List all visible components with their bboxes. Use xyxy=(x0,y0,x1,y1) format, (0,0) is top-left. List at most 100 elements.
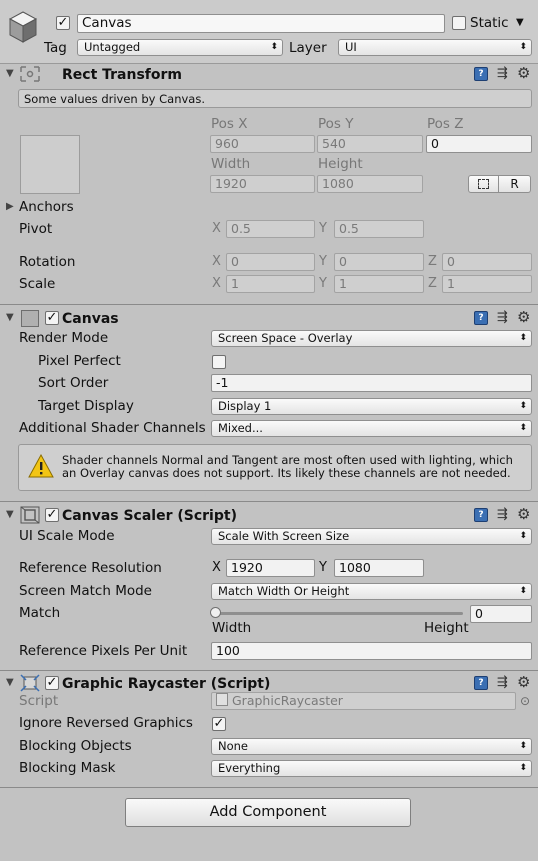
target-display-dropdown[interactable]: Display 1 ⬍ xyxy=(211,398,532,415)
warning-icon xyxy=(28,453,54,478)
height-label: Height xyxy=(318,156,363,172)
anchors-label[interactable]: Anchors xyxy=(19,199,74,215)
canvas-scaler-enabled-toggle[interactable]: ✓ xyxy=(45,508,59,522)
match-label: Match xyxy=(19,605,61,621)
object-name-input[interactable]: Canvas xyxy=(77,14,445,33)
graphic-raycaster-icon xyxy=(20,674,40,692)
foldout-arrow-icon[interactable]: ▼ xyxy=(6,312,14,324)
rot-y-axis: Y xyxy=(319,254,327,269)
divider xyxy=(0,670,538,671)
scale-label: Scale xyxy=(19,276,56,292)
foldout-arrow-icon[interactable]: ▼ xyxy=(6,677,14,689)
rot-x-field: 0 xyxy=(226,253,315,271)
ignore-reversed-checkbox[interactable]: ✓ xyxy=(212,717,226,731)
blocking-mask-dropdown[interactable]: Everything ⬍ xyxy=(211,760,532,777)
shader-channels-value: Mixed... xyxy=(218,421,263,435)
foldout-arrow-icon[interactable]: ▼ xyxy=(6,68,14,80)
pos-z-field[interactable]: 0 xyxy=(426,135,532,153)
layer-dropdown[interactable]: UI ⬍ xyxy=(338,39,532,56)
rot-z-field: 0 xyxy=(442,253,532,271)
ref-res-x-axis: X xyxy=(212,560,221,575)
pos-x-label: Pos X xyxy=(211,116,248,132)
pos-y-label: Pos Y xyxy=(318,116,354,132)
blueprint-mode-button[interactable] xyxy=(468,175,499,193)
preset-sliders-icon[interactable]: ⇶ xyxy=(497,67,508,81)
script-field: GraphicRaycaster xyxy=(211,692,516,710)
gear-icon[interactable]: ⚙ xyxy=(517,675,530,690)
ui-scale-mode-dropdown[interactable]: Scale With Screen Size ⬍ xyxy=(211,528,532,545)
blocking-objects-label: Blocking Objects xyxy=(19,738,132,754)
pixels-per-unit-field[interactable]: 100 xyxy=(211,642,532,660)
pixel-perfect-checkbox[interactable] xyxy=(212,355,226,369)
rotation-label: Rotation xyxy=(19,254,76,270)
gameobject-cube-icon xyxy=(8,10,38,44)
raw-edit-label: R xyxy=(510,177,519,191)
active-toggle[interactable]: ✓ xyxy=(56,16,70,30)
chevron-icon: ⬍ xyxy=(519,763,527,773)
tag-dropdown[interactable]: Untagged ⬍ xyxy=(77,39,283,56)
anchor-preset-box[interactable] xyxy=(20,135,80,194)
gear-icon[interactable]: ⚙ xyxy=(517,310,530,325)
scale-x-field: 1 xyxy=(226,275,315,293)
rect-transform-icon xyxy=(19,65,41,83)
driven-info-box: Some values driven by Canvas. xyxy=(18,89,532,108)
pixel-perfect-label: Pixel Perfect xyxy=(38,353,121,369)
static-toggle[interactable] xyxy=(452,16,466,30)
screen-match-mode-label: Screen Match Mode xyxy=(19,583,152,599)
rot-z-axis: Z xyxy=(428,254,437,269)
ref-res-y-field[interactable]: 1080 xyxy=(334,559,424,577)
pos-z-label: Pos Z xyxy=(427,116,464,132)
blueprint-icon xyxy=(478,179,489,189)
height-field: 1080 xyxy=(317,175,423,193)
help-book-icon[interactable]: ? xyxy=(474,311,488,325)
graphic-raycaster-enabled-toggle[interactable]: ✓ xyxy=(45,676,59,690)
ref-res-y-axis: Y xyxy=(319,560,327,575)
pos-x-field: 960 xyxy=(210,135,315,153)
render-mode-dropdown[interactable]: Screen Space - Overlay ⬍ xyxy=(211,330,532,347)
pivot-y-axis: Y xyxy=(319,221,327,236)
scale-y-field: 1 xyxy=(334,275,424,293)
ui-scale-mode-value: Scale With Screen Size xyxy=(218,529,350,543)
sort-order-field[interactable]: -1 xyxy=(211,374,532,392)
pivot-x-field: 0.5 xyxy=(226,220,315,238)
preset-sliders-icon[interactable]: ⇶ xyxy=(497,508,508,522)
add-component-label: Add Component xyxy=(209,804,327,820)
graphic-raycaster-title: Graphic Raycaster (Script) xyxy=(62,676,271,692)
match-field[interactable]: 0 xyxy=(470,605,532,623)
static-label: Static xyxy=(470,15,509,31)
ref-res-x-field[interactable]: 1920 xyxy=(226,559,315,577)
gear-icon[interactable]: ⚙ xyxy=(517,507,530,522)
chevron-icon: ⬍ xyxy=(519,741,527,751)
canvas-component-icon xyxy=(21,310,39,327)
pivot-x-axis: X xyxy=(212,221,221,236)
canvas-scaler-title: Canvas Scaler (Script) xyxy=(62,508,237,524)
screen-match-mode-dropdown[interactable]: Match Width Or Height ⬍ xyxy=(211,583,532,600)
preset-sliders-icon[interactable]: ⇶ xyxy=(497,676,508,690)
preset-sliders-icon[interactable]: ⇶ xyxy=(497,311,508,325)
ignore-reversed-label: Ignore Reversed Graphics xyxy=(19,715,193,731)
raw-edit-button[interactable]: R xyxy=(499,175,531,193)
scale-x-axis: X xyxy=(212,276,221,291)
warning-text: Shader channels Normal and Tangent are m… xyxy=(62,453,513,480)
help-book-icon[interactable]: ? xyxy=(474,67,488,81)
target-display-value: Display 1 xyxy=(218,399,272,413)
match-slider-handle[interactable] xyxy=(210,607,221,618)
shader-channels-dropdown[interactable]: Mixed... ⬍ xyxy=(211,420,532,437)
anchors-foldout-icon[interactable]: ▶ xyxy=(6,201,14,213)
add-component-button[interactable]: Add Component xyxy=(125,798,411,827)
match-width-caption: Width xyxy=(212,620,252,636)
chevron-icon: ⬍ xyxy=(519,531,527,541)
gear-icon[interactable]: ⚙ xyxy=(517,66,530,81)
blocking-objects-dropdown[interactable]: None ⬍ xyxy=(211,738,532,755)
rot-x-axis: X xyxy=(212,254,221,269)
static-chevron-down-icon[interactable]: ▼ xyxy=(516,16,524,30)
help-book-icon[interactable]: ? xyxy=(474,508,488,522)
rot-y-field: 0 xyxy=(334,253,424,271)
foldout-arrow-icon[interactable]: ▼ xyxy=(6,509,14,521)
canvas-enabled-toggle[interactable]: ✓ xyxy=(45,311,59,325)
help-book-icon[interactable]: ? xyxy=(474,676,488,690)
divider xyxy=(0,304,538,305)
match-slider-track[interactable] xyxy=(215,612,463,615)
object-picker-icon[interactable]: ⊙ xyxy=(520,694,530,708)
blocking-mask-value: Everything xyxy=(218,761,281,775)
